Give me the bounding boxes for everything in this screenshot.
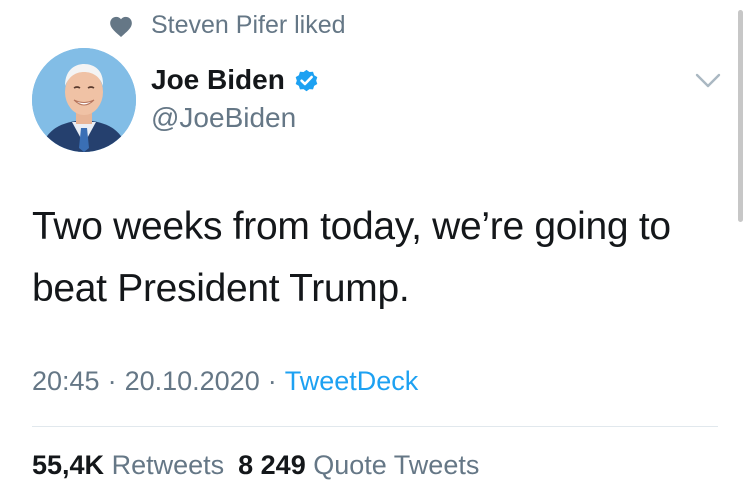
author-name-row[interactable]: Joe Biden — [151, 64, 320, 96]
quote-tweets-count: 8 249 — [238, 450, 306, 480]
tweet-time[interactable]: 20:45 — [32, 366, 100, 396]
tweet-stats: 55,4K Retweets 8 249 Quote Tweets — [32, 450, 479, 481]
retweets-label: Retweets — [111, 450, 225, 480]
tweet-source-link[interactable]: TweetDeck — [285, 366, 419, 396]
retweets-count: 55,4K — [32, 450, 105, 480]
retweets-stat[interactable]: 55,4K Retweets — [32, 450, 224, 480]
quote-tweets-label: Quote Tweets — [313, 450, 480, 480]
tweet-detail: Steven Pifer liked Joe Biden @JoeBiden T… — [0, 0, 750, 502]
social-context-label[interactable]: Steven Pifer liked — [151, 11, 346, 40]
quote-tweets-stat[interactable]: 8 249 Quote Tweets — [238, 450, 479, 480]
tweet-text: Two weeks from today, we’re going to bea… — [32, 205, 671, 310]
chevron-down-icon[interactable] — [695, 72, 721, 90]
divider — [32, 426, 718, 427]
avatar[interactable] — [32, 48, 136, 152]
meta-separator: · — [267, 366, 277, 396]
verified-badge-icon — [295, 69, 318, 91]
display-name[interactable]: Joe Biden — [151, 64, 285, 96]
scrollbar[interactable] — [738, 10, 743, 222]
heart-icon — [110, 16, 132, 38]
author-handle[interactable]: @JoeBiden — [151, 102, 296, 134]
tweet-meta: 20:45 · 20.10.2020 · TweetDeck — [32, 366, 418, 397]
tweet-date[interactable]: 20.10.2020 — [125, 366, 260, 396]
meta-separator: · — [107, 366, 117, 396]
